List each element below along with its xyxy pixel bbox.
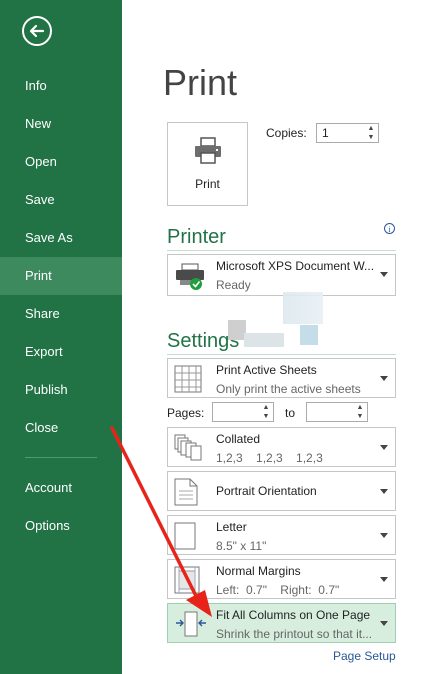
chevron-down-icon [380, 272, 388, 277]
spin-down-icon[interactable]: ▼ [353, 412, 367, 421]
orientation-dropdown[interactable]: Portrait Orientation [167, 471, 396, 511]
chevron-down-icon [380, 489, 388, 494]
chevron-down-icon [380, 376, 388, 381]
collated-icon [174, 434, 202, 461]
margins-sub: Left: 0.7" Right: 0.7" [216, 583, 340, 597]
chevron-down-icon [380, 533, 388, 538]
scaling-sub: Shrink the printout so that it... [216, 627, 373, 641]
printer-divider [167, 250, 396, 251]
pages-from-spin-arrows[interactable]: ▲ ▼ [259, 403, 273, 421]
spin-down-icon[interactable]: ▼ [364, 133, 378, 142]
nav-publish[interactable]: Publish [0, 371, 122, 409]
chevron-down-icon [380, 577, 388, 582]
pages-label: Pages: [167, 406, 205, 420]
page-setup-link[interactable]: Page Setup [333, 649, 396, 663]
nav-info[interactable]: Info [0, 67, 122, 105]
print-what-main: Print Active Sheets [216, 363, 317, 377]
redacted-block [283, 292, 323, 324]
collation-dropdown[interactable]: Collated 1,2,3 1,2,3 1,2,3 [167, 427, 396, 467]
print-button-label: Print [195, 177, 220, 191]
print-button[interactable]: Print [167, 122, 248, 206]
back-arrow-icon [29, 24, 45, 38]
scaling-main: Fit All Columns on One Page [216, 608, 371, 622]
printer-heading: Printer [167, 226, 226, 248]
spin-down-icon[interactable]: ▼ [259, 412, 273, 421]
scaling-dropdown[interactable]: Fit All Columns on One Page Shrink the p… [167, 603, 396, 643]
orientation-main: Portrait Orientation [216, 484, 317, 498]
copies-value: 1 [322, 126, 329, 140]
margins-icon [174, 566, 200, 594]
chevron-down-icon [380, 445, 388, 450]
pages-to-spin-arrows[interactable]: ▲ ▼ [353, 403, 367, 421]
printer-icon [195, 137, 221, 164]
copies-spin-arrows[interactable]: ▲ ▼ [364, 124, 378, 142]
nav-new[interactable]: New [0, 105, 122, 143]
nav-close[interactable]: Close [0, 409, 122, 447]
printer-name: Microsoft XPS Document W... [216, 259, 375, 273]
pages-to-label: to [285, 406, 296, 420]
printer-dropdown[interactable]: Microsoft XPS Document W... Ready [167, 254, 396, 296]
printer-status: Ready [216, 278, 251, 292]
page-title: Print [163, 62, 238, 103]
copies-label: Copies: [266, 126, 307, 140]
nav-save[interactable]: Save [0, 181, 122, 219]
nav-account[interactable]: Account [0, 469, 122, 507]
nav-export[interactable]: Export [0, 333, 122, 371]
spin-up-icon[interactable]: ▲ [353, 403, 367, 412]
spin-up-icon[interactable]: ▲ [364, 124, 378, 133]
pages-from-input[interactable]: ▲ ▼ [212, 402, 274, 422]
nav-separator [25, 457, 97, 458]
backstage-sidebar: Info New Open Save Save As Print Share E… [0, 0, 122, 674]
spin-up-icon[interactable]: ▲ [259, 403, 273, 412]
paper-size-dropdown[interactable]: Letter 8.5" x 11" [167, 515, 396, 555]
nav-options[interactable]: Options [0, 507, 122, 545]
back-button[interactable] [22, 16, 52, 46]
fit-columns-icon [176, 611, 206, 637]
margins-main: Normal Margins [216, 564, 301, 578]
chevron-down-icon [380, 621, 388, 626]
redacted-block [244, 333, 284, 347]
nav-print[interactable]: Print [0, 257, 122, 295]
paper-size-main: Letter [216, 520, 247, 534]
collation-sub: 1,2,3 1,2,3 1,2,3 [216, 451, 323, 465]
sheets-icon [174, 365, 202, 393]
letter-paper-icon [174, 522, 196, 550]
nav-open[interactable]: Open [0, 143, 122, 181]
info-icon[interactable]: i [384, 223, 395, 234]
margins-dropdown[interactable]: Normal Margins Left: 0.7" Right: 0.7" [167, 559, 396, 599]
settings-divider [167, 354, 396, 355]
printer-ready-icon [176, 263, 204, 290]
nav-save-as[interactable]: Save As [0, 219, 122, 257]
print-what-sub: Only print the active sheets [216, 382, 361, 396]
portrait-icon [174, 478, 198, 506]
redacted-block [300, 325, 318, 345]
nav-share[interactable]: Share [0, 295, 122, 333]
copies-stepper[interactable]: 1 ▲ ▼ [316, 123, 379, 143]
pages-to-input[interactable]: ▲ ▼ [306, 402, 368, 422]
paper-size-sub: 8.5" x 11" [216, 539, 267, 553]
print-what-dropdown[interactable]: Print Active Sheets Only print the activ… [167, 358, 396, 398]
collation-main: Collated [216, 432, 261, 446]
